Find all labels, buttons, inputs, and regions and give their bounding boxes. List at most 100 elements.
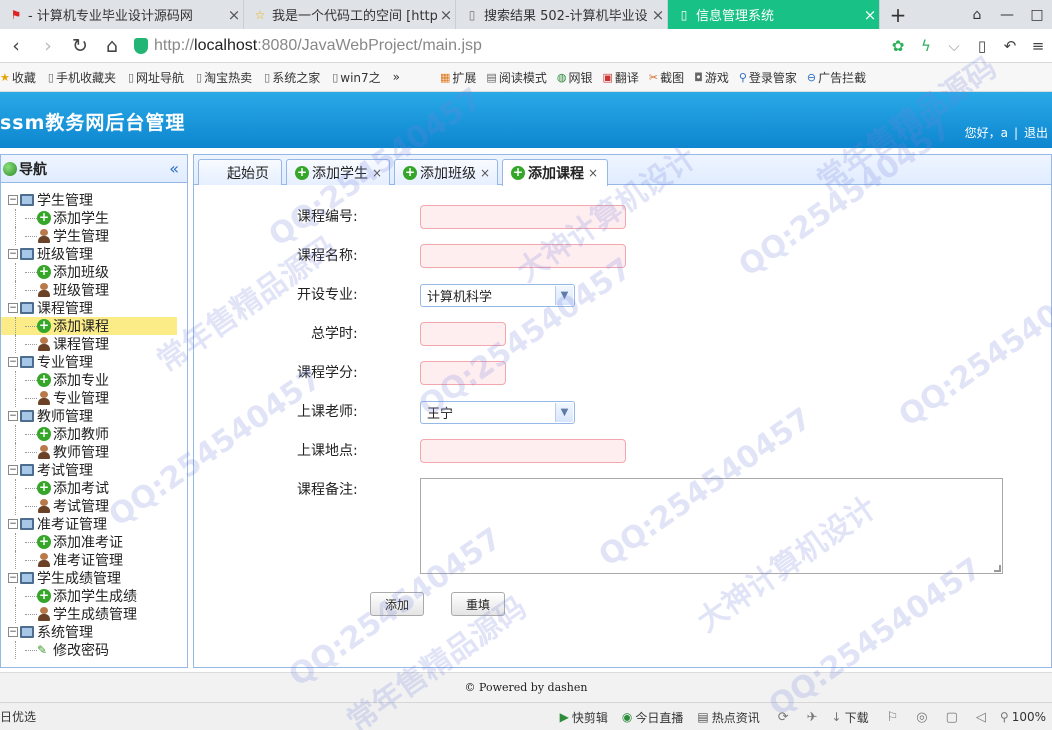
dropdown-icon[interactable]: ⌵ [940, 37, 968, 55]
window-icon[interactable]: ▢ [946, 710, 958, 725]
nav-item[interactable]: + 添加班级 [1, 263, 187, 281]
bookmark-nav[interactable]: ▯ 网址导航 [128, 69, 184, 86]
tab-add-student[interactable]: + 添加学生 × [286, 159, 390, 185]
live-button[interactable]: ◉ 今日直播 [622, 709, 684, 726]
reset-button[interactable]: 重填 [451, 592, 505, 616]
collapse-toggle-icon[interactable]: − [8, 357, 18, 367]
collapse-toggle-icon[interactable]: − [8, 465, 18, 475]
pin-icon[interactable]: ✈ [807, 710, 818, 725]
browser-tab-3[interactable]: ▯ 搜索结果 502-计算机毕业设 × [456, 0, 668, 29]
refresh-icon[interactable]: ⟳ [778, 710, 789, 725]
skin-icon[interactable]: ⌂ [962, 7, 992, 23]
forward-button[interactable]: › [32, 29, 64, 63]
bookmark-taobao[interactable]: ▯ 淘宝热卖 [196, 69, 252, 86]
nav-group[interactable]: − 考试管理 [1, 461, 187, 479]
add-button[interactable]: 添加 [370, 592, 424, 616]
nav-item[interactable]: 专业管理 [1, 389, 187, 407]
url-field[interactable]: http://localhost:8080/JavaWebProject/mai… [134, 33, 894, 59]
collapse-toggle-icon[interactable]: − [8, 573, 18, 583]
teacher-select[interactable]: 王宁 ▼ [420, 401, 575, 424]
remark-textarea[interactable] [420, 478, 1003, 574]
nav-item[interactable]: 准考证管理 [1, 551, 187, 569]
bookmark-more[interactable]: » [393, 70, 400, 84]
bank-button[interactable]: ◍ 网银 [557, 69, 593, 86]
download-button[interactable]: ↓ 下载 [832, 709, 869, 726]
screenshot-button[interactable]: ✂ 截图 [649, 69, 684, 86]
nav-item[interactable]: 课程管理 [1, 335, 187, 353]
nav-item[interactable]: 学生成绩管理 [1, 605, 187, 623]
volume-icon[interactable]: ◁ [976, 710, 986, 725]
close-tab-icon[interactable]: × [480, 166, 490, 180]
nav-item[interactable]: 班级管理 [1, 281, 187, 299]
nav-group[interactable]: − 课程管理 [1, 299, 187, 317]
close-tab-icon[interactable]: × [861, 6, 879, 24]
nav-item[interactable]: + 添加学生 [1, 209, 187, 227]
browser-tab-1[interactable]: ⚑ - 计算机专业毕业设计源码网 × [0, 0, 244, 29]
close-tab-icon[interactable]: × [372, 166, 382, 180]
nav-item[interactable]: + 添加专业 [1, 371, 187, 389]
minimize-icon[interactable]: — [992, 7, 1022, 23]
undo-icon[interactable]: ↶ [996, 37, 1024, 55]
browser-tab-active[interactable]: ▯ 信息管理系统 × [668, 0, 880, 29]
close-tab-icon[interactable]: × [588, 166, 598, 180]
nav-group[interactable]: − 班级管理 [1, 245, 187, 263]
nav-item[interactable]: + 添加教师 [1, 425, 187, 443]
browser-icon[interactable]: ◎ [916, 710, 927, 725]
status-left-text[interactable]: 日优选 [0, 708, 36, 725]
browser-tab-2[interactable]: ☆ 我是一个代码工的空间 [http × [244, 0, 456, 29]
credits-input[interactable] [420, 361, 506, 385]
login-manager-button[interactable]: ⚲ 登录管家 [739, 69, 797, 86]
nav-item[interactable]: + 添加准考证 [1, 533, 187, 551]
collapse-icon[interactable]: « [169, 159, 179, 178]
tab-add-class[interactable]: + 添加班级 × [394, 159, 498, 185]
nav-item[interactable]: 教师管理 [1, 443, 187, 461]
logout-link[interactable]: 退出 [1024, 126, 1048, 140]
nav-item[interactable]: + 添加课程 [1, 317, 177, 335]
menu-icon[interactable]: ≡ [1024, 37, 1052, 55]
translate-button[interactable]: ▣ 翻译 [602, 69, 638, 86]
nav-item[interactable]: + 添加考试 [1, 479, 187, 497]
nav-item[interactable]: 考试管理 [1, 497, 187, 515]
news-button[interactable]: ▤ 热点资讯 [697, 709, 759, 726]
close-tab-icon[interactable]: × [649, 6, 667, 24]
phone-icon[interactable]: ▯ [968, 37, 996, 55]
collapse-toggle-icon[interactable]: − [8, 195, 18, 205]
reload-button[interactable]: ↻ [64, 29, 96, 63]
nav-group[interactable]: − 学生管理 [1, 191, 187, 209]
nav-group[interactable]: − 系统管理 [1, 623, 187, 641]
resize-grip-icon[interactable] [994, 565, 1001, 572]
extensions-button[interactable]: ▦ 扩展 [440, 69, 476, 86]
nav-group[interactable]: − 教师管理 [1, 407, 187, 425]
nav-group[interactable]: − 学生成绩管理 [1, 569, 187, 587]
collapse-toggle-icon[interactable]: − [8, 249, 18, 259]
lightning-icon[interactable]: ϟ [912, 37, 940, 55]
nav-group[interactable]: − 专业管理 [1, 353, 187, 371]
location-input[interactable] [420, 439, 626, 463]
nav-group[interactable]: − 准考证管理 [1, 515, 187, 533]
flag-icon[interactable]: ⚐ [887, 710, 899, 725]
back-button[interactable]: ‹ [0, 29, 32, 63]
close-tab-icon[interactable]: × [437, 6, 455, 24]
course-no-input[interactable] [420, 205, 626, 229]
maximize-icon[interactable]: □ [1022, 7, 1052, 23]
adblock-button[interactable]: ⊖ 广告拦截 [807, 69, 866, 86]
nav-item[interactable]: + 添加学生成绩 [1, 587, 187, 605]
course-name-input[interactable] [420, 244, 626, 268]
tab-home[interactable]: 起始页 [198, 159, 282, 185]
total-hours-input[interactable] [420, 322, 506, 346]
nav-item[interactable]: ✎ 修改密码 [1, 641, 187, 659]
bookmark-win7[interactable]: ▯ win7之 [332, 69, 380, 86]
zoom-control[interactable]: ⚲ 100% [1000, 710, 1046, 724]
quick-clip-button[interactable]: ▶ 快剪辑 [560, 709, 608, 726]
collapse-toggle-icon[interactable]: − [8, 303, 18, 313]
speed-icon[interactable]: ✿ [884, 37, 912, 55]
major-select[interactable]: 计算机科学 ▼ [420, 284, 575, 307]
collapse-toggle-icon[interactable]: − [8, 411, 18, 421]
games-button[interactable]: ◘ 游戏 [694, 69, 729, 86]
bookmark-mobile[interactable]: ▯ 手机收藏夹 [48, 69, 116, 86]
bookmark-favorites[interactable]: ★ 收藏 [0, 69, 36, 86]
collapse-toggle-icon[interactable]: − [8, 627, 18, 637]
collapse-toggle-icon[interactable]: − [8, 519, 18, 529]
reading-mode-button[interactable]: ▤ 阅读模式 [486, 69, 546, 86]
new-tab-button[interactable]: + [880, 0, 916, 29]
